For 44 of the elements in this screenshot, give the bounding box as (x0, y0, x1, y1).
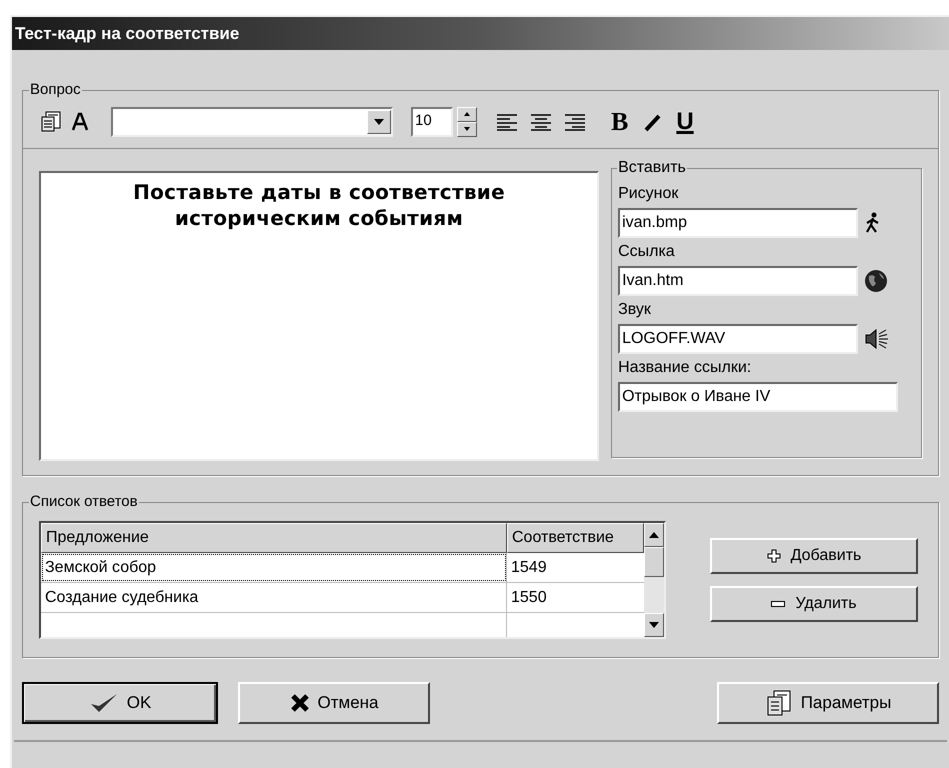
column-header[interactable]: Предложение (41, 523, 507, 553)
bold-button[interactable]: B (611, 108, 628, 134)
table-row[interactable]: Создание судебника 1550 (41, 583, 644, 613)
question-text-area[interactable]: Поставьте даты в соответствие историческим событиям (39, 171, 600, 461)
table-cell[interactable]: Земской собор (41, 553, 507, 582)
globe-icon[interactable] (864, 269, 888, 293)
parameters-button[interactable]: Параметры (717, 682, 939, 724)
ok-button[interactable]: OK (22, 682, 218, 724)
align-center-icon[interactable] (531, 112, 551, 130)
underline-button[interactable]: U (676, 110, 694, 134)
input-field[interactable]: Отрывок о Иване IV (618, 382, 898, 412)
field-label: Звук (618, 300, 652, 320)
field-label: Рисунок (618, 184, 680, 204)
table-row[interactable]: Земской собор 1549 (41, 553, 644, 583)
spin-buttons[interactable] (457, 106, 477, 136)
field-label: Название ссылки: (618, 358, 752, 378)
speaker-icon[interactable] (864, 328, 890, 350)
window-title: Тест-кадр на соответствие (15, 22, 240, 45)
table-cell[interactable]: Создание судебника (41, 583, 507, 612)
field-label: Ссылка (618, 242, 676, 262)
close-icon (290, 693, 310, 713)
scrollbar[interactable] (644, 523, 664, 637)
down-arrow-icon[interactable] (649, 622, 659, 628)
column-header[interactable]: Соответствие (507, 523, 644, 553)
input-field[interactable]: Ivan.htm (618, 266, 858, 296)
font-dropdown[interactable] (111, 106, 393, 136)
input-field[interactable]: LOGOFF.WAV (618, 324, 858, 354)
document-icon[interactable] (39, 110, 63, 134)
table-cell[interactable]: 1550 (507, 583, 644, 612)
up-arrow-icon[interactable] (649, 532, 659, 538)
font-size-field[interactable]: 10 (411, 106, 453, 136)
add-button[interactable]: Добавить (710, 538, 918, 574)
plus-icon (766, 549, 781, 563)
align-left-icon[interactable] (497, 112, 517, 130)
cancel-button[interactable]: Отмена (238, 682, 430, 724)
question-text: Поставьте даты в соответствие историческим событиям (132, 179, 506, 231)
align-right-icon[interactable] (565, 112, 585, 130)
table-cell[interactable]: 1549 (507, 553, 644, 582)
document-icon (764, 689, 793, 717)
input-field[interactable]: ivan.bmp (618, 208, 858, 238)
checkmark-icon (88, 692, 119, 714)
font-icon[interactable] (71, 110, 89, 132)
delete-button[interactable]: Удалить (710, 586, 918, 622)
minus-icon (771, 601, 786, 607)
